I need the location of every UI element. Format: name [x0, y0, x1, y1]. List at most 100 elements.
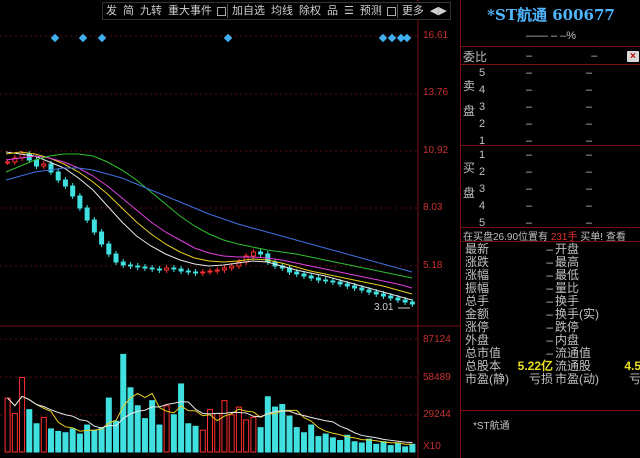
candle-body	[308, 275, 314, 279]
volume-bar	[91, 429, 98, 453]
buy-volume: –	[585, 199, 593, 212]
candle-body	[402, 299, 408, 303]
event-marker-icon	[378, 33, 388, 43]
kline-chart-svg[interactable]	[0, 0, 460, 458]
volume-bar	[344, 434, 351, 453]
event-marker-icon	[97, 33, 107, 43]
sell-volume: –	[585, 83, 593, 96]
buy-label: 买 盘	[463, 161, 477, 201]
low-price-annotation: 3.01	[374, 302, 394, 313]
quote-value-right	[605, 321, 640, 334]
candle-body	[185, 270, 191, 273]
toolbar-arrows-icon[interactable]: ◀▶	[427, 3, 450, 19]
toolbar-more[interactable]: 更多	[399, 3, 427, 19]
candle-body	[373, 291, 379, 295]
buy-book: 买 盘 1 – – 2 – – 3 – – 4 – – 5 – –	[461, 146, 640, 229]
event-marker-icon	[223, 33, 233, 43]
level-number: 3	[479, 100, 486, 113]
volume-bar	[351, 441, 358, 453]
volume-bar	[394, 442, 401, 453]
toolbar-fa[interactable]: 发	[103, 3, 120, 19]
level-number: 3	[479, 182, 486, 195]
candle-body	[127, 264, 133, 267]
candle-body	[380, 293, 386, 297]
candle-body	[294, 271, 300, 275]
quote-value-right	[605, 295, 640, 308]
buy-label-char-2: 盘	[463, 186, 476, 201]
menu-icon[interactable]: ☰	[341, 3, 357, 19]
kline-chart-area[interactable]: 16.61 13.76 10.92 8.03 5.18 3.01 87124 5…	[0, 0, 460, 458]
volume-bar	[221, 400, 228, 453]
checkbox-icon-2[interactable]	[386, 6, 396, 16]
toolbar-add-watchlist[interactable]: 加自选	[229, 3, 268, 19]
candle-body	[301, 273, 307, 277]
candle-body	[250, 251, 256, 257]
volume-bar	[257, 427, 264, 453]
sell-price: –	[525, 117, 533, 130]
volume-bar	[170, 414, 177, 453]
volume-bar	[315, 436, 322, 453]
candle-body	[156, 268, 162, 271]
volume-bar	[409, 443, 416, 453]
toolbar-ma[interactable]: 均线	[268, 3, 296, 19]
quote-value-right	[605, 334, 640, 347]
toolbar-major-events[interactable]: 重大事件	[165, 3, 215, 19]
volume-bar	[358, 442, 365, 453]
volume-bar	[47, 428, 54, 453]
candle-body	[352, 285, 358, 289]
candle-body	[106, 243, 112, 255]
toolbar-jiuzhuan[interactable]: 九转	[137, 3, 165, 19]
volume-bar	[402, 446, 409, 453]
candle-body	[77, 195, 83, 209]
close-icon[interactable]: ×	[626, 50, 640, 62]
volume-bar	[40, 416, 47, 453]
volume-unit: X10	[423, 441, 441, 452]
price-tick-1: 16.61	[423, 30, 449, 41]
buy-label-char-1: 买	[463, 161, 476, 175]
price-tick-3: 10.92	[423, 145, 449, 156]
level-number: 2	[479, 117, 486, 130]
volume-bar	[387, 445, 394, 453]
buy-price: –	[525, 165, 533, 178]
candle-body	[221, 267, 227, 271]
toolbar-jian[interactable]: 简	[120, 3, 137, 19]
quote-grid: 最新 – 开盘 涨跌 – 最高 涨幅 – 最低 振幅 – 量比 总手 – 换手 金额 – 换手(实) 涨停 – 跌停 外盘…	[465, 243, 640, 386]
sell-book: 卖 盘 5 – – 4 – – 3 – – 2 – – 1 – –	[461, 64, 640, 147]
candle-body	[62, 179, 68, 187]
weibi-row: 委比 – – ×	[463, 48, 640, 64]
checkbox-icon[interactable]	[217, 6, 226, 16]
level-number: 5	[479, 66, 486, 79]
volume-bar	[84, 424, 91, 453]
volume-tick-3: 29244	[423, 409, 451, 420]
tab-stock-name[interactable]: *ST航通	[473, 417, 510, 432]
volume-tick-1: 87124	[423, 334, 451, 345]
price-tick-5: 5.18	[423, 260, 443, 271]
toolbar-pin[interactable]: 品	[324, 3, 341, 19]
ma-line-1	[5, 151, 413, 301]
volume-bar	[120, 353, 127, 453]
volume-bar	[185, 423, 192, 453]
sell-row-2: 2 – –	[479, 115, 639, 132]
volume-bar	[178, 383, 185, 453]
candle-body	[366, 289, 372, 293]
quote-value: 亏损	[528, 372, 553, 386]
bottom-tab[interactable]: *ST航通	[461, 410, 640, 458]
quote-value-right	[605, 256, 640, 269]
volume-bar	[149, 400, 156, 453]
toolbar-exright[interactable]: 除权	[296, 3, 324, 19]
price-tick-2: 13.76	[423, 87, 449, 98]
volume-bar	[199, 429, 206, 453]
candle-body	[344, 283, 350, 287]
volume-bar	[62, 432, 69, 453]
candle-body	[323, 279, 329, 282]
buy-volume: –	[585, 148, 593, 161]
buy-row-3: 3 – –	[479, 180, 639, 197]
sell-price: –	[525, 83, 533, 96]
volume-bar	[228, 414, 235, 453]
volume-bar	[33, 423, 40, 453]
candle-body	[214, 269, 220, 272]
toolbar-forecast[interactable]: 预测	[357, 3, 385, 19]
ma-line-3	[5, 155, 413, 289]
volume-bar	[300, 432, 307, 453]
volume-bar	[380, 441, 387, 453]
